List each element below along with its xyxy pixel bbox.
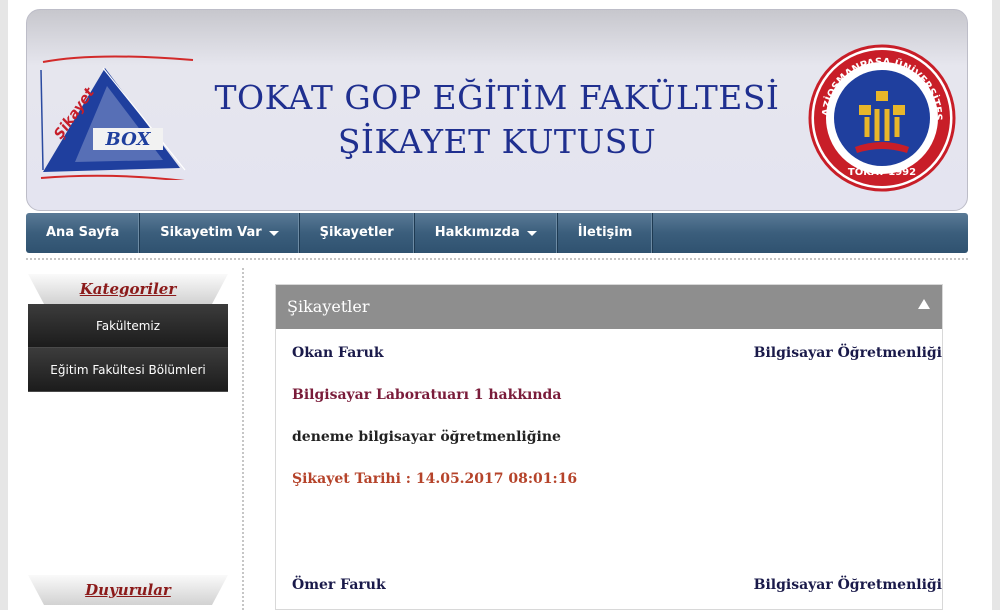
university-seal: GAZİOSMANPAŞA ÜNİVERSİTESİ TOKAT 1992 xyxy=(807,43,956,192)
dotted-divider xyxy=(26,258,968,260)
panel-header: Şikayetler xyxy=(276,285,942,329)
nav-item-sikayetler[interactable]: Şikayetler xyxy=(300,213,415,253)
svg-text:BOX: BOX xyxy=(105,129,152,150)
sidebar-item-fakultemiz[interactable]: Fakültemiz xyxy=(28,304,228,348)
caret-down-icon xyxy=(268,230,279,236)
site-header: BOX Şikayet TOKAT GOP EĞİTİM FAKÜLTESİ Ş… xyxy=(26,9,968,211)
complaint-header-row: Okan Faruk Bilgisayar Öğretmenliği xyxy=(292,345,942,361)
header-title-line1: TOKAT GOP EĞİTİM FAKÜLTESİ xyxy=(214,78,780,117)
complaint-author: Ömer Faruk xyxy=(292,577,386,593)
sidebar-title-duyurular: Duyurular xyxy=(28,575,228,605)
panel-title: Şikayetler xyxy=(287,297,370,316)
sidebar-item-bolumler[interactable]: Eğitim Fakültesi Bölümleri xyxy=(28,348,228,392)
dotted-column-divider xyxy=(242,268,244,610)
complaint-item: Okan Faruk Bilgisayar Öğretmenliği xyxy=(292,345,942,361)
complaint-item: Ömer Faruk Bilgisayar Öğretmenliği xyxy=(292,577,942,593)
nav-label: İletişim xyxy=(577,225,633,240)
nav-item-hakkimizda[interactable]: Hakkımızda xyxy=(415,213,558,253)
complaints-panel: Şikayetler Okan Faruk Bilgisayar Öğretme… xyxy=(275,284,943,610)
nav-label: Sikayetim Var xyxy=(160,225,262,240)
svg-text:TOKAT 1992: TOKAT 1992 xyxy=(848,167,916,178)
main-nav: Ana Sayfa Sikayetim Var Şikayetler Hakkı… xyxy=(26,213,968,253)
collapse-arrow-icon[interactable] xyxy=(918,299,930,309)
nav-item-sikayetim-var[interactable]: Sikayetim Var xyxy=(140,213,300,253)
complaint-subject[interactable]: Bilgisayar Laboratuarı 1 hakkında xyxy=(292,387,942,403)
complaint-department: Bilgisayar Öğretmenliği xyxy=(753,345,942,361)
sidebar-title-text: Kategoriler xyxy=(79,280,177,298)
complaint-header-row: Ömer Faruk Bilgisayar Öğretmenliği xyxy=(292,577,942,593)
nav-item-iletisim[interactable]: İletişim xyxy=(558,213,654,253)
sidebar-title-kategoriler: Kategoriler xyxy=(28,274,228,304)
complaint-text: deneme bilgisayar öğretmenliğine xyxy=(292,429,561,445)
sidebar-title-text: Duyurular xyxy=(85,581,171,599)
sikayet-box-logo[interactable]: BOX Şikayet xyxy=(35,50,195,180)
sidebar-menu: Fakültemiz Eğitim Fakültesi Bölümleri xyxy=(28,304,228,392)
nav-label: Hakkımızda xyxy=(434,225,520,240)
header-title-line2: ŞİKAYET KUTUSU xyxy=(337,122,657,161)
nav-item-ana-sayfa[interactable]: Ana Sayfa xyxy=(26,213,141,253)
caret-down-icon xyxy=(526,230,537,236)
complaint-department: Bilgisayar Öğretmenliği xyxy=(753,577,942,593)
nav-label: Ana Sayfa xyxy=(46,225,120,240)
nav-label: Şikayetler xyxy=(319,225,394,240)
complaint-author: Okan Faruk xyxy=(292,345,384,361)
complaint-date: Şikayet Tarihi : 14.05.2017 08:01:16 xyxy=(292,471,578,487)
